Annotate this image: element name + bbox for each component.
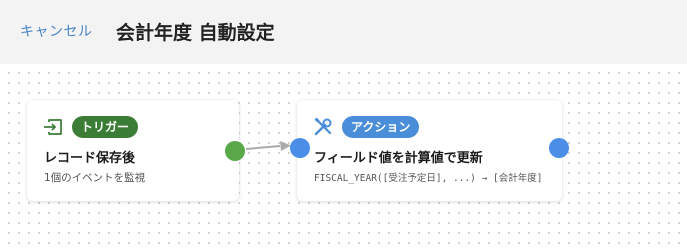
cancel-button[interactable]: キャンセル (20, 21, 93, 41)
action-input-port[interactable] (290, 138, 310, 158)
action-title: フィールド値を計算値で更新 (314, 151, 483, 166)
header-bar: キャンセル 会計年度 自動設定 (0, 0, 687, 64)
trigger-output-port[interactable] (225, 141, 245, 161)
connector-arrow (245, 141, 291, 151)
action-badge: アクション (342, 116, 420, 138)
trigger-title: レコード保存後 (44, 151, 136, 166)
trigger-node[interactable]: トリガー レコード保存後 1個のイベントを監視 (27, 100, 239, 201)
action-node[interactable]: アクション フィールド値を計算値で更新 FISCAL_YEAR([受注予定日],… (297, 100, 562, 201)
trigger-subtitle: 1個のイベントを監視 (44, 172, 146, 184)
action-output-port[interactable] (549, 138, 569, 158)
page-title: 会計年度 自動設定 (116, 22, 275, 44)
tools-icon (313, 117, 333, 141)
action-subtitle: FISCAL_YEAR([受注予定日], ...) → [会計年度] (314, 173, 543, 184)
trigger-badge: トリガー (72, 116, 139, 138)
enter-icon (43, 118, 63, 140)
